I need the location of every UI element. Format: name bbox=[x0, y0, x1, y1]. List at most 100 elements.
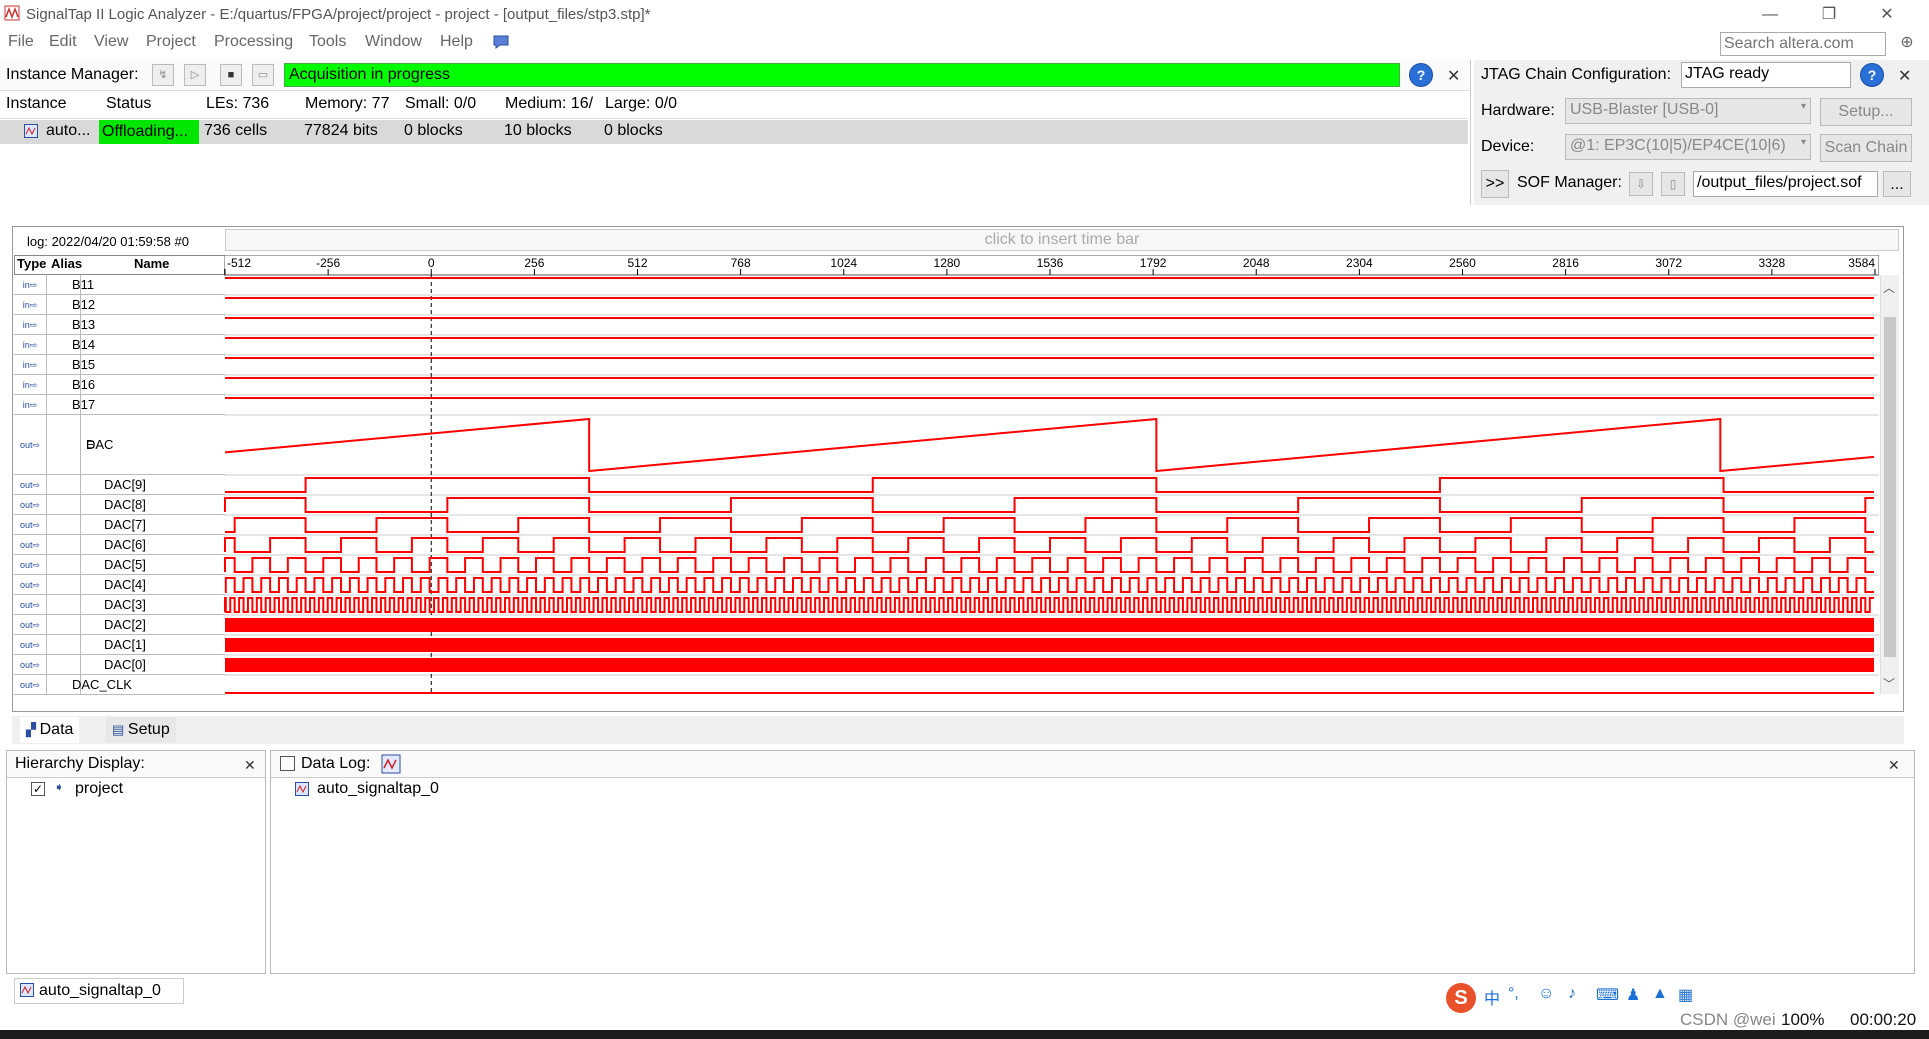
col-medium[interactable]: Medium: 16/ bbox=[505, 95, 593, 113]
run-icon[interactable]: ▷ bbox=[184, 64, 206, 86]
setup-button[interactable]: Setup... bbox=[1820, 98, 1912, 126]
data-log-checkbox[interactable] bbox=[280, 756, 295, 771]
signal-row[interactable]: out⇨ DAC[8] bbox=[14, 495, 225, 515]
ime-user-icon[interactable]: ♟ bbox=[1626, 985, 1640, 1005]
signal-row[interactable]: out⇨ DAC_CLK bbox=[14, 675, 225, 695]
signal-name: B13 bbox=[72, 317, 96, 332]
search-input[interactable] bbox=[1720, 32, 1886, 56]
signal-row[interactable]: in⇨ B11 bbox=[14, 275, 225, 295]
waveform-trace bbox=[224, 597, 1874, 613]
ime-grid-icon[interactable]: ▦ bbox=[1678, 985, 1693, 1005]
signal-row[interactable]: out⇨ DAC[3] bbox=[14, 595, 225, 615]
menu-view[interactable]: View bbox=[94, 33, 128, 51]
col-les[interactable]: LEs: 736 bbox=[206, 95, 269, 113]
sogou-ime-icon[interactable]: S bbox=[1446, 983, 1476, 1013]
tab-data[interactable]: ▞ Data bbox=[20, 717, 80, 743]
signal-row[interactable]: out⇨ ⊟ DAC bbox=[14, 415, 225, 475]
close-icon[interactable]: ✕ bbox=[1447, 66, 1460, 86]
project-checkbox[interactable]: ✓ bbox=[31, 782, 45, 796]
insert-time-bar[interactable]: click to insert time bar bbox=[225, 229, 1899, 251]
pin-icon[interactable]: ⊕ bbox=[1896, 32, 1918, 56]
minimize-button[interactable]: — bbox=[1747, 2, 1793, 28]
stop-icon[interactable]: ■ bbox=[220, 64, 242, 86]
signal-row[interactable]: out⇨ DAC[6] bbox=[14, 535, 225, 555]
signal-row[interactable]: in⇨ B17 bbox=[14, 395, 225, 415]
name-header[interactable]: Name bbox=[134, 256, 169, 274]
hardware-select[interactable]: USB-Blaster [USB-0] ▾ bbox=[1565, 98, 1811, 124]
program-icon[interactable]: ⇩ bbox=[1629, 172, 1653, 196]
menu-edit[interactable]: Edit bbox=[49, 33, 77, 51]
menu-window[interactable]: Window bbox=[365, 33, 422, 51]
ime-chinese-icon[interactable]: 中 bbox=[1484, 985, 1500, 1009]
signal-row[interactable]: out⇨ DAC[5] bbox=[14, 555, 225, 575]
status-instance-tab[interactable]: auto_signaltap_0 bbox=[14, 978, 184, 1004]
tab-setup[interactable]: ▤ Setup bbox=[106, 717, 176, 743]
signal-row[interactable]: in⇨ B15 bbox=[14, 355, 225, 375]
scan-chain-button[interactable]: Scan Chain bbox=[1820, 134, 1912, 162]
feedback-icon[interactable] bbox=[492, 34, 510, 50]
restore-button[interactable]: ❐ bbox=[1806, 2, 1852, 28]
signal-row[interactable]: in⇨ B13 bbox=[14, 315, 225, 335]
jtag-close-icon[interactable]: ✕ bbox=[1898, 66, 1911, 86]
menu-help[interactable]: Help bbox=[440, 33, 473, 51]
close-button[interactable]: ✕ bbox=[1864, 2, 1910, 28]
instance-status: Offloading... bbox=[99, 120, 199, 144]
data-log-item[interactable]: auto_signaltap_0 bbox=[317, 780, 439, 798]
browse-button[interactable]: ... bbox=[1883, 171, 1911, 197]
instance-memory: 77824 bits bbox=[304, 122, 378, 139]
signal-row[interactable]: out⇨ DAC[4] bbox=[14, 575, 225, 595]
scroll-up-icon[interactable]: ︿ bbox=[1883, 279, 1895, 296]
attach-icon[interactable]: ▯ bbox=[1661, 172, 1685, 196]
signal-row[interactable]: in⇨ B12 bbox=[14, 295, 225, 315]
type-header[interactable]: Type bbox=[17, 256, 46, 274]
input-pin-icon: in⇨ bbox=[14, 375, 47, 395]
signal-row[interactable]: in⇨ B16 bbox=[14, 375, 225, 395]
read-data-icon[interactable]: ▭ bbox=[252, 64, 274, 86]
alias-cell bbox=[47, 655, 81, 675]
ime-voice-icon[interactable]: ♪ bbox=[1568, 985, 1576, 1003]
device-select[interactable]: @1: EP3C(10|5)/EP4CE(10|6) ▾ bbox=[1565, 134, 1811, 160]
col-status[interactable]: Status bbox=[106, 95, 151, 113]
menu-tools[interactable]: Tools bbox=[309, 33, 346, 51]
menu-processing[interactable]: Processing bbox=[214, 33, 293, 51]
jtag-help-icon[interactable]: ? bbox=[1860, 63, 1884, 87]
autorun-icon[interactable]: ↯ bbox=[152, 64, 174, 86]
signal-row[interactable]: in⇨ B14 bbox=[14, 335, 225, 355]
col-memory[interactable]: Memory: 77 bbox=[305, 95, 389, 113]
instance-large: 0 blocks bbox=[604, 122, 663, 139]
vertical-scrollbar[interactable]: ︿ ﹀ bbox=[1880, 275, 1899, 694]
waveform-canvas[interactable]: -512 -256 0 256 512 768 1024 1280 1536 1792 2048 23… bbox=[224, 255, 1879, 694]
hierarchy-title: Hierarchy Display: bbox=[15, 755, 145, 772]
ime-emoji-icon[interactable]: ☺ bbox=[1538, 985, 1554, 1003]
alias-cell bbox=[47, 515, 81, 535]
ime-skin-icon[interactable]: ▲ bbox=[1652, 985, 1668, 1003]
ime-punct-icon[interactable]: °, bbox=[1508, 985, 1519, 1003]
signal-row[interactable]: out⇨ DAC[7] bbox=[14, 515, 225, 535]
menu-project[interactable]: Project bbox=[146, 33, 196, 51]
scroll-thumb[interactable] bbox=[1884, 317, 1896, 657]
waveform-trace bbox=[224, 537, 1874, 553]
col-large[interactable]: Large: 0/0 bbox=[605, 95, 677, 113]
col-small[interactable]: Small: 0/0 bbox=[405, 95, 476, 113]
scroll-down-icon[interactable]: ﹀ bbox=[1883, 675, 1895, 692]
sof-path-field[interactable]: /output_files/project.sof bbox=[1693, 171, 1878, 197]
expand-button[interactable]: >> bbox=[1481, 170, 1509, 198]
zoom-readout: 100% bbox=[1781, 1010, 1825, 1029]
ruler-tick-label: 256 bbox=[524, 256, 544, 270]
project-node-icon: ➧ bbox=[54, 780, 65, 794]
signal-row[interactable]: out⇨ DAC[1] bbox=[14, 635, 225, 655]
signal-row[interactable]: out⇨ DAC[2] bbox=[14, 615, 225, 635]
ime-keyboard-icon[interactable]: ⌨ bbox=[1596, 985, 1619, 1005]
col-instance[interactable]: Instance bbox=[6, 95, 66, 113]
menu-file[interactable]: File bbox=[8, 33, 34, 51]
hierarchy-project-item[interactable]: project bbox=[75, 780, 123, 798]
signal-row[interactable]: out⇨ DAC[0] bbox=[14, 655, 225, 675]
data-log-close-icon[interactable]: ✕ bbox=[1888, 757, 1900, 774]
signal-row[interactable]: out⇨ DAC[9] bbox=[14, 475, 225, 495]
alias-header[interactable]: Alias bbox=[51, 256, 82, 274]
data-log-icon[interactable] bbox=[381, 754, 401, 774]
help-icon[interactable]: ? bbox=[1409, 63, 1433, 87]
setup-tab-icon: ▤ bbox=[112, 722, 128, 737]
hierarchy-close-icon[interactable]: ✕ bbox=[244, 757, 256, 774]
instance-les: 736 cells bbox=[204, 122, 268, 139]
